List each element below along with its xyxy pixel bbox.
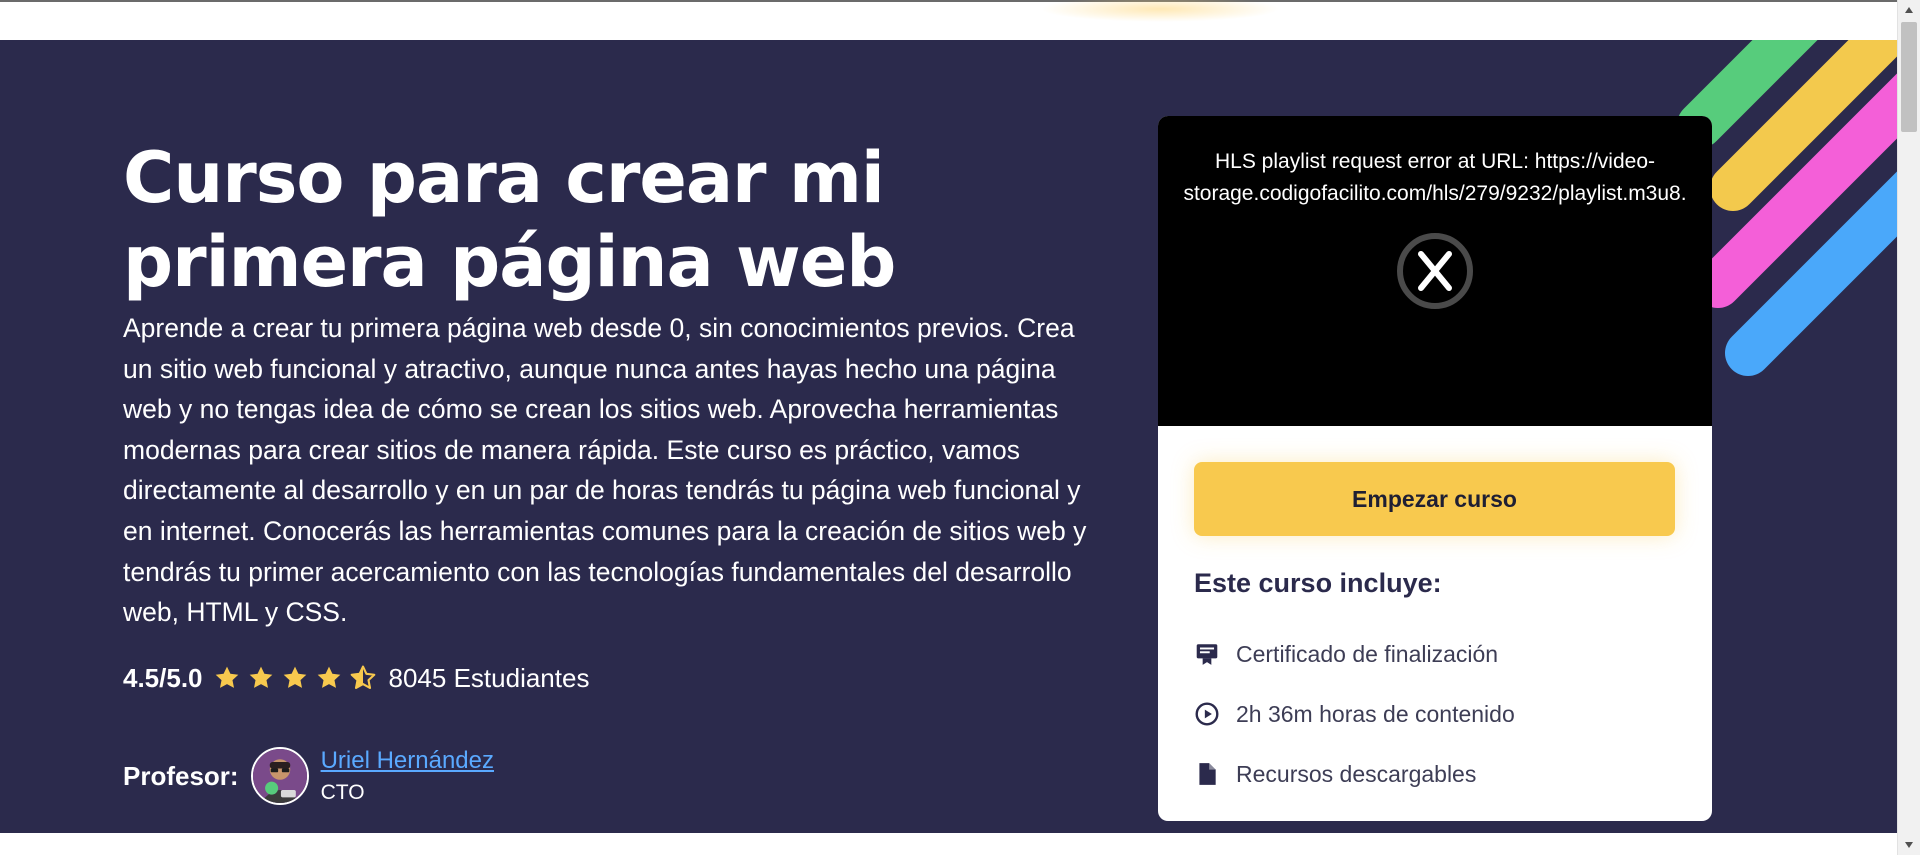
top-glow: [1040, 0, 1280, 22]
teacher-info: Profesor: Uriel Hernández CTO: [123, 726, 494, 826]
course-hero: Curso para crear mi primera página web A…: [0, 40, 1897, 833]
rating-value: 4.5/5.0: [123, 662, 203, 693]
start-course-button[interactable]: Empezar curso: [1194, 462, 1675, 536]
teacher-role: CTO: [320, 781, 365, 804]
includes-item-label: Recursos descargables: [1236, 760, 1477, 787]
star-icon: [249, 666, 272, 688]
certificate-icon: [1196, 644, 1218, 665]
scroll-down-arrow-icon[interactable]: [1898, 835, 1920, 855]
course-description: Aprende a crear tu primera página web de…: [123, 313, 1087, 628]
includes-item-label: Certificado de finalización: [1236, 640, 1499, 667]
includes-item-label: 2h 36m horas de contenido: [1236, 700, 1515, 727]
video-error-message: HLS playlist request error at URL: https…: [1183, 150, 1687, 205]
students-count: 8045 Estudiantes: [388, 662, 590, 693]
teacher-avatar[interactable]: [250, 747, 309, 805]
vertical-scrollbar[interactable]: [1897, 0, 1920, 855]
course-card: HLS playlist request error at URL: https…: [1158, 116, 1712, 821]
includes-item-duration: 2h 36m horas de contenido: [1194, 684, 1684, 744]
video-player[interactable]: HLS playlist request error at URL: https…: [1158, 116, 1712, 426]
file-icon: [1199, 763, 1216, 785]
scroll-up-arrow-icon[interactable]: [1898, 0, 1920, 20]
includes-list: Certificado de finalización 2h 36m horas…: [1194, 624, 1684, 804]
teacher-label: Profesor:: [123, 760, 239, 791]
includes-item-resources: Recursos descargables: [1194, 744, 1684, 804]
course-rating: 4.5/5.0 8045 Estudiantes: [123, 658, 589, 698]
course-title: Curso para crear mi primera página web: [123, 137, 896, 303]
teacher-details: Uriel Hernández CTO: [321, 747, 494, 805]
includes-item-certificate: Certificado de finalización: [1194, 624, 1684, 684]
close-circle-icon: [1397, 233, 1473, 309]
star-half-icon: [350, 665, 375, 689]
rating-stars: [213, 664, 377, 692]
play-circle-icon: [1195, 702, 1219, 726]
includes-title: Este curso incluye:: [1194, 568, 1442, 598]
star-icon: [317, 666, 340, 688]
star-icon: [283, 666, 306, 688]
star-icon: [215, 666, 238, 688]
page-bottom-band: [0, 833, 1897, 855]
teacher-name-link[interactable]: Uriel Hernández: [321, 747, 494, 775]
scrollbar-thumb[interactable]: [1901, 22, 1917, 132]
page-top-bar: [0, 0, 1897, 40]
